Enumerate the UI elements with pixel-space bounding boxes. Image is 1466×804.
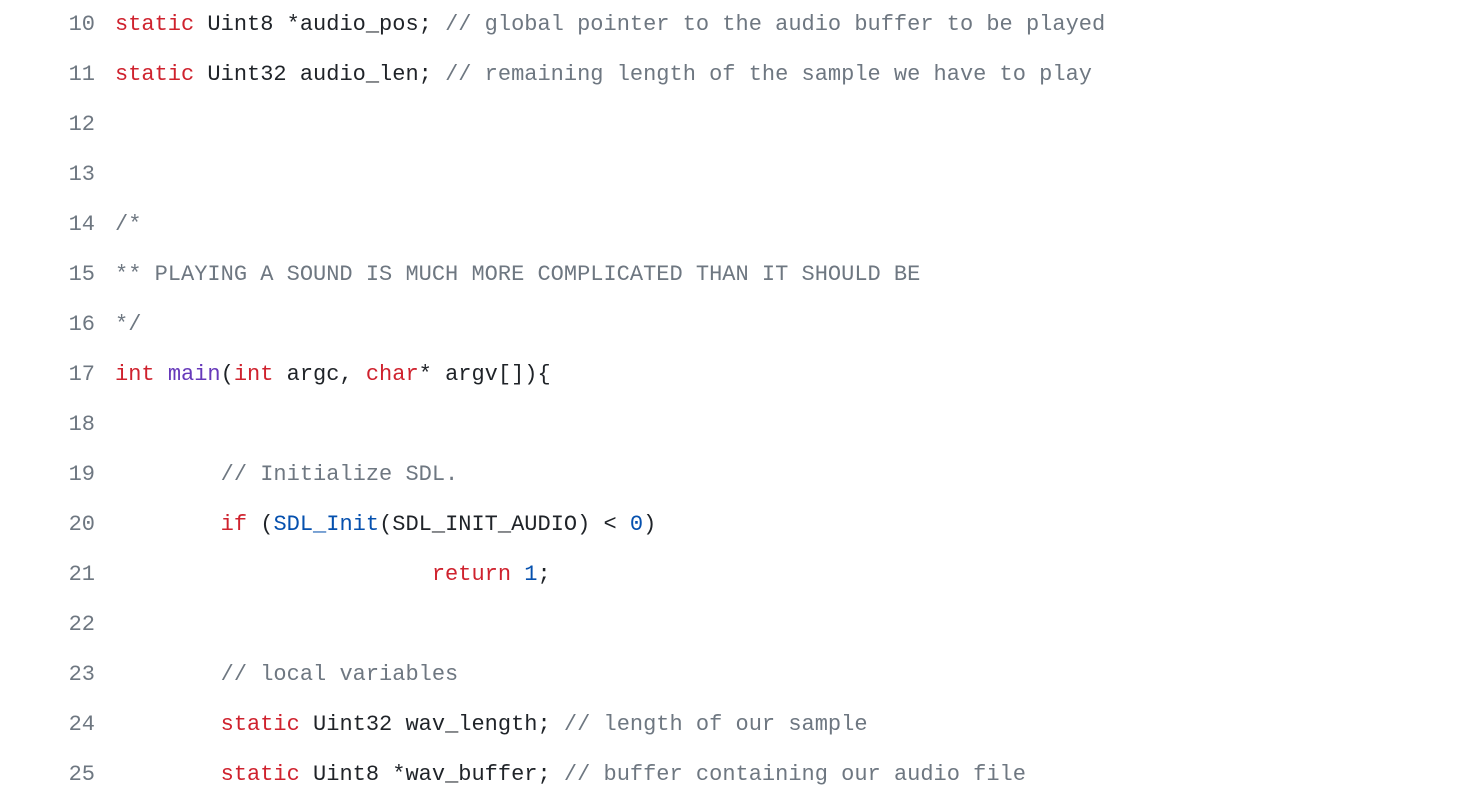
- code-content[interactable]: static Uint8 *audio_pos; // global point…: [115, 0, 1466, 800]
- line-number: 17: [0, 350, 95, 400]
- line-number: 19: [0, 450, 95, 500]
- code-line: if (SDL_Init(SDL_INIT_AUDIO) < 0): [115, 500, 1466, 550]
- token-plain: [115, 662, 221, 687]
- code-line: [115, 150, 1466, 200]
- token-comment: ** PLAYING A SOUND IS MUCH MORE COMPLICA…: [115, 262, 920, 287]
- line-number: 22: [0, 600, 95, 650]
- token-comment: // global pointer to the audio buffer to…: [445, 12, 1105, 37]
- code-line: static Uint8 *wav_buffer; // buffer cont…: [115, 750, 1466, 800]
- token-kw: if: [221, 512, 247, 537]
- line-number: 24: [0, 700, 95, 750]
- line-number: 21: [0, 550, 95, 600]
- token-plain: (: [221, 362, 234, 387]
- line-number: 12: [0, 100, 95, 150]
- token-comment: // Initialize SDL.: [221, 462, 459, 487]
- token-comment: // local variables: [221, 662, 459, 687]
- line-number: 16: [0, 300, 95, 350]
- token-kw: int: [115, 362, 155, 387]
- code-line: static Uint8 *audio_pos; // global point…: [115, 0, 1466, 50]
- code-viewer: 10111213141516171819202122232425 static …: [0, 0, 1466, 800]
- token-plain: [115, 562, 432, 587]
- token-kw: static: [115, 62, 194, 87]
- token-plain: ): [643, 512, 656, 537]
- token-plain: [115, 512, 221, 537]
- line-number: 13: [0, 150, 95, 200]
- token-plain: (: [247, 512, 273, 537]
- code-line: [115, 100, 1466, 150]
- line-number: 15: [0, 250, 95, 300]
- token-kw: int: [234, 362, 274, 387]
- line-number: 25: [0, 750, 95, 800]
- code-line: */: [115, 300, 1466, 350]
- token-comment: // remaining length of the sample we hav…: [445, 62, 1092, 87]
- token-fn: SDL_Init: [273, 512, 379, 537]
- token-comment: */: [115, 312, 141, 337]
- token-plain: [115, 712, 221, 737]
- token-plain: [115, 462, 221, 487]
- token-kw: return: [432, 562, 511, 587]
- code-line: static Uint32 wav_length; // length of o…: [115, 700, 1466, 750]
- token-plain: Uint8 *audio_pos;: [194, 12, 445, 37]
- token-ident: main: [168, 362, 221, 387]
- line-number: 11: [0, 50, 95, 100]
- code-line: [115, 400, 1466, 450]
- token-comment: // length of our sample: [564, 712, 868, 737]
- line-number-gutter: 10111213141516171819202122232425: [0, 0, 115, 800]
- code-line: /*: [115, 200, 1466, 250]
- token-plain: [511, 562, 524, 587]
- token-plain: Uint32 wav_length;: [300, 712, 564, 737]
- code-line: // Initialize SDL.: [115, 450, 1466, 500]
- token-plain: [115, 762, 221, 787]
- token-comment: /*: [115, 212, 141, 237]
- token-plain: [155, 362, 168, 387]
- token-plain: Uint32 audio_len;: [194, 62, 445, 87]
- token-kw: static: [221, 762, 300, 787]
- line-number: 10: [0, 0, 95, 50]
- line-number: 23: [0, 650, 95, 700]
- token-comment: // buffer containing our audio file: [564, 762, 1026, 787]
- code-line: [115, 600, 1466, 650]
- token-plain: ;: [537, 562, 550, 587]
- token-kw: char: [366, 362, 419, 387]
- code-line: // local variables: [115, 650, 1466, 700]
- code-line: ** PLAYING A SOUND IS MUCH MORE COMPLICA…: [115, 250, 1466, 300]
- code-line: int main(int argc, char* argv[]){: [115, 350, 1466, 400]
- token-plain: argc,: [273, 362, 365, 387]
- token-plain: Uint8 *wav_buffer;: [300, 762, 564, 787]
- token-plain: * argv[]){: [419, 362, 551, 387]
- token-plain: (SDL_INIT_AUDIO) <: [379, 512, 630, 537]
- line-number: 18: [0, 400, 95, 450]
- code-line: static Uint32 audio_len; // remaining le…: [115, 50, 1466, 100]
- code-line: return 1;: [115, 550, 1466, 600]
- line-number: 14: [0, 200, 95, 250]
- line-number: 20: [0, 500, 95, 550]
- token-kw: static: [221, 712, 300, 737]
- token-num: 1: [524, 562, 537, 587]
- token-kw: static: [115, 12, 194, 37]
- token-num: 0: [630, 512, 643, 537]
